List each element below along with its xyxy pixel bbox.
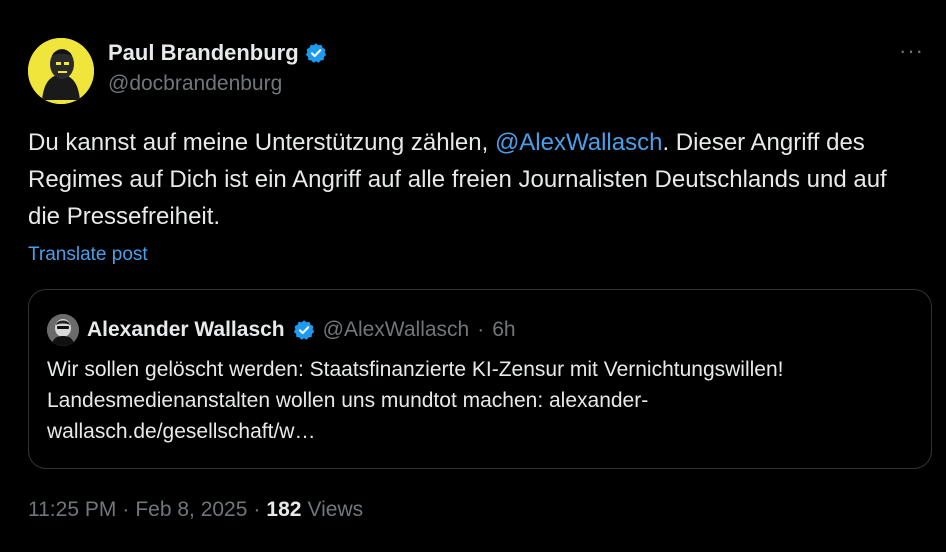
meta-separator-2: ·: [253, 498, 261, 521]
quoted-author-name[interactable]: Alexander Wallasch: [87, 318, 285, 342]
quoted-author-avatar[interactable]: [47, 314, 79, 346]
post-text-start: Du kannst auf meine Unterstützung zählen…: [28, 129, 495, 156]
quoted-post-header: Alexander Wallasch @AlexWallasch · 6h: [47, 314, 516, 346]
quoted-avatar-portrait-icon: [47, 314, 79, 346]
more-options-icon[interactable]: ···: [899, 38, 924, 64]
post-time[interactable]: 11:25 PM: [28, 498, 116, 522]
translate-post-link[interactable]: Translate post: [28, 244, 148, 266]
views-count: 182: [266, 498, 302, 521]
author-info: Paul Brandenburg @docbrandenburg: [108, 40, 327, 96]
mention-link[interactable]: @AlexWallasch: [495, 129, 663, 156]
quoted-post-age[interactable]: 6h: [492, 318, 515, 342]
author-avatar[interactable]: [28, 38, 94, 104]
post-metadata: 11:25 PM · Feb 8, 2025 · 182 Views: [28, 498, 363, 522]
verified-badge-icon: [305, 43, 326, 63]
quoted-dot-separator: ·: [477, 318, 485, 341]
meta-separator: ·: [122, 498, 130, 521]
avatar-portrait-icon: [28, 38, 94, 104]
quoted-verified-badge-icon: [293, 320, 314, 340]
post-date[interactable]: Feb 8, 2025: [135, 498, 247, 522]
quoted-author-handle[interactable]: @AlexWallasch: [323, 318, 470, 342]
post-text: Du kannst auf meine Unterstützung zählen…: [28, 124, 918, 235]
author-name[interactable]: Paul Brandenburg: [108, 40, 299, 66]
author-handle[interactable]: @docbrandenburg: [108, 72, 327, 96]
post: Paul Brandenburg @docbrandenburg ··· Du …: [0, 0, 946, 552]
views-label: Views: [307, 498, 364, 521]
quoted-post-text: Wir sollen gelöscht werden: Staatsfinanz…: [47, 358, 784, 443]
quoted-post[interactable]: Alexander Wallasch @AlexWallasch · 6h Wi…: [28, 289, 932, 469]
